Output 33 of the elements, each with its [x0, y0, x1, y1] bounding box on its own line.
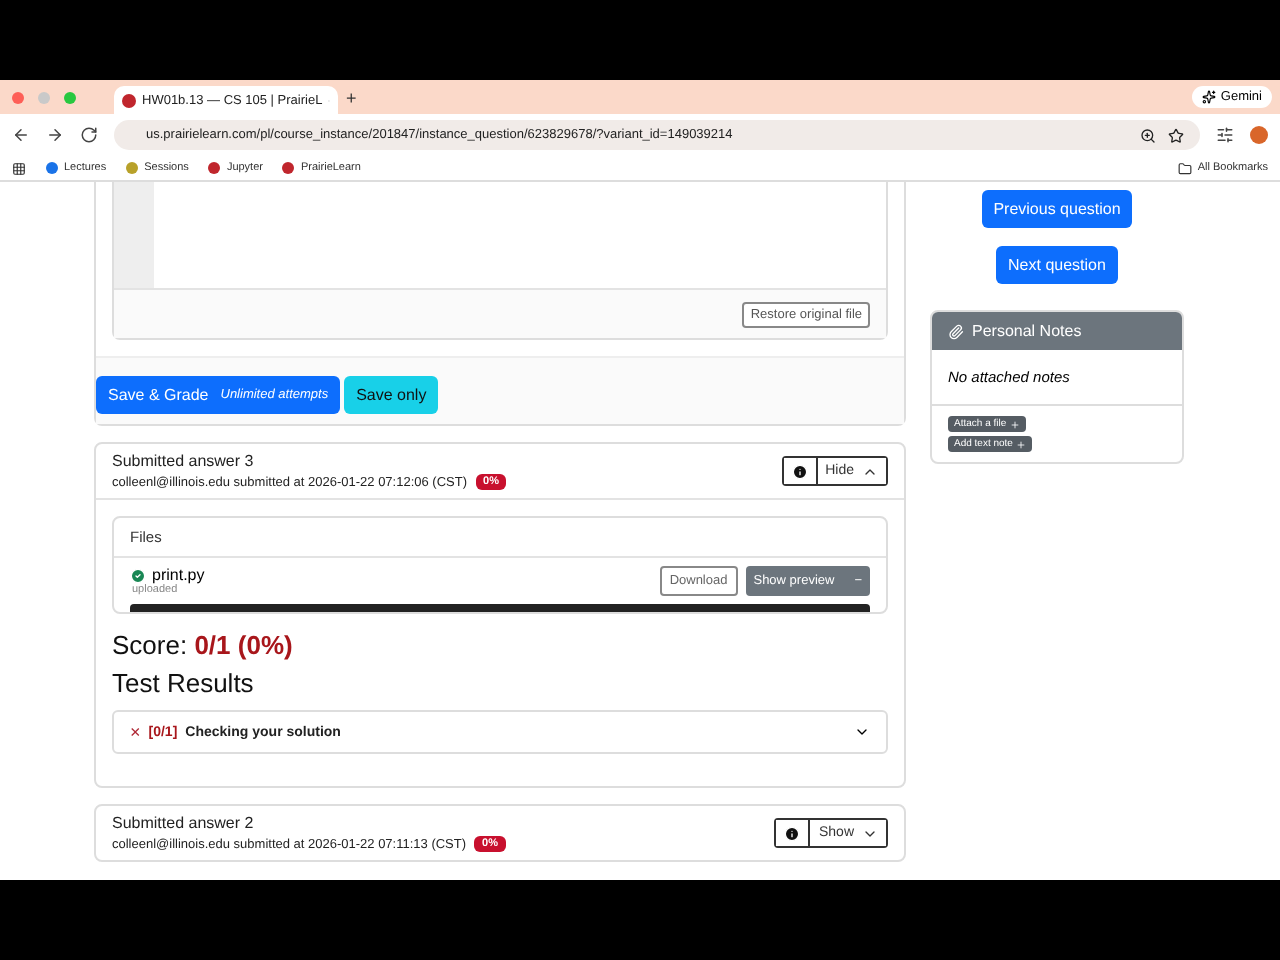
- info-button[interactable]: [776, 820, 811, 846]
- file-name: print.py: [152, 566, 205, 584]
- score-text: Score: 0/1 (0%): [112, 630, 295, 660]
- notes-header: Personal Notes: [932, 312, 1182, 350]
- star-icon: [1168, 127, 1184, 143]
- save-button[interactable]: Save only: [344, 376, 439, 414]
- submission-title: Submitted answer 3: [112, 452, 256, 470]
- folder-icon: [1177, 161, 1192, 175]
- line-gutter: [114, 182, 154, 288]
- submission-title: Submitted answer 2: [112, 814, 256, 832]
- forward-icon[interactable]: [46, 126, 64, 144]
- new-tab-button[interactable]: +: [346, 87, 357, 107]
- maximize-window-dot[interactable]: [64, 91, 76, 103]
- previous-question-button[interactable]: Previous question: [981, 190, 1133, 228]
- info-icon: [791, 463, 808, 479]
- back-icon[interactable]: [12, 126, 30, 144]
- plus-icon: [1010, 419, 1021, 429]
- results-heading: Test Results: [112, 668, 256, 698]
- check-icon: [130, 567, 146, 583]
- paperclip-icon: [948, 323, 964, 339]
- sparkle-icon: [1202, 90, 1217, 104]
- next-question-button[interactable]: Next question: [996, 246, 1118, 284]
- info-button[interactable]: [783, 458, 818, 484]
- chevron-icon: [854, 724, 870, 740]
- plus-icon: [1016, 439, 1027, 449]
- tab-search-icon[interactable]: [1216, 126, 1234, 144]
- info-icon: [784, 825, 801, 841]
- close-window-dot[interactable]: [12, 91, 24, 103]
- apps-icon[interactable]: [12, 161, 26, 175]
- zoom-icon: [1140, 127, 1156, 143]
- minimize-window-dot[interactable]: [38, 91, 50, 103]
- reload-icon[interactable]: [80, 126, 98, 144]
- profile-avatar[interactable]: [1250, 126, 1268, 144]
